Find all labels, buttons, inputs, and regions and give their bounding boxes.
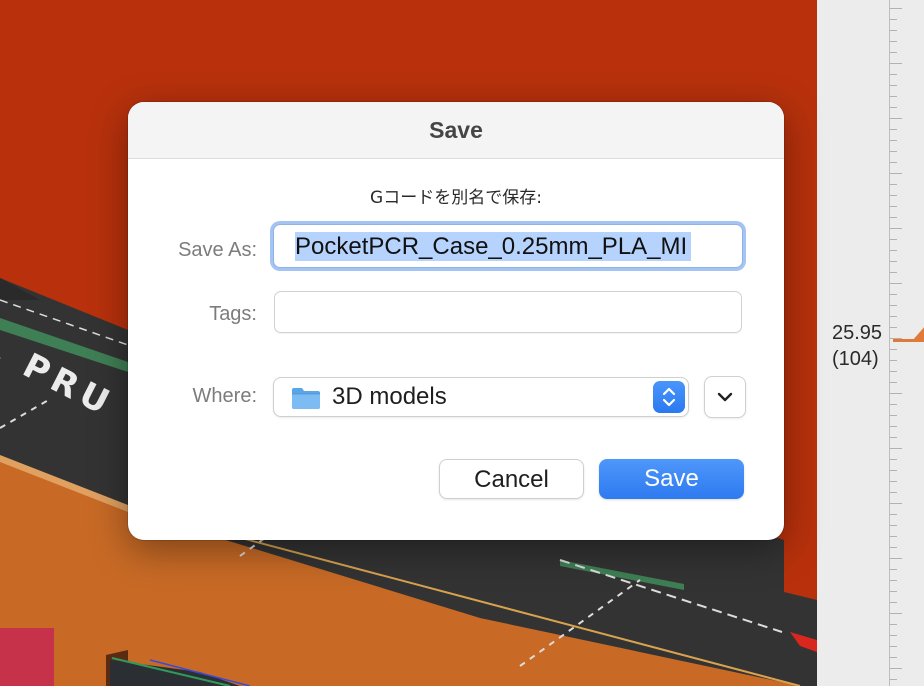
ruler-tick [890,107,897,108]
ruler-tick [890,327,897,328]
ruler-tick [890,206,897,207]
ruler-tick [890,481,897,482]
layer-slider-thumb[interactable] [912,325,924,341]
ruler-tick [890,63,902,64]
layer-number-value: (104) [832,348,879,370]
dialog-titlebar[interactable]: Save [128,102,784,159]
ruler-tick [890,525,897,526]
tags-field[interactable] [274,291,742,333]
ruler-tick [890,360,897,361]
ruler-tick [890,613,902,614]
ruler-tick [890,657,897,658]
ruler-tick [890,184,897,185]
ruler-tick [890,19,897,20]
folder-icon [292,388,320,409]
ruler-tick [890,448,902,449]
where-label: Where: [192,385,257,407]
ruler-tick [890,272,897,273]
ruler-tick [890,668,902,669]
ruler-tick [890,316,897,317]
dialog-message: Gコードを別名で保存: [370,188,542,208]
ruler-tick [890,514,897,515]
ruler-tick [890,41,897,42]
ruler-tick [890,96,897,97]
ruler-tick [890,239,897,240]
ruler-tick [890,52,897,53]
ruler-tick [890,547,897,548]
layer-height-value: 25.95 [832,322,883,344]
ruler-tick [890,580,897,581]
save-as-label: Save As: [178,239,257,261]
ruler-tick [890,217,897,218]
ruler-tick [890,426,897,427]
ruler-tick [890,195,897,196]
ruler-tick [890,492,897,493]
ruler-tick [890,470,897,471]
expand-dialog-button[interactable] [704,376,746,418]
ruler-tick [890,624,897,625]
ruler-tick [890,635,897,636]
ruler-tick [890,382,897,383]
cancel-button[interactable]: Cancel [439,459,584,499]
ruler-tick [890,228,902,229]
where-value: 3D models [332,383,447,410]
tags-label: Tags: [209,303,257,325]
save-as-field[interactable]: PocketPCR_Case_0.25mm_PLA_MI [273,224,743,268]
save-as-selected-text[interactable]: PocketPCR_Case_0.25mm_PLA_MI [295,232,692,261]
ruler-tick [890,646,897,647]
dialog-title: Save [429,117,483,143]
ruler-tick [890,162,897,163]
ruler-tick [890,459,897,460]
layer-slider-track[interactable] [889,0,890,686]
ruler-tick [890,305,897,306]
ruler-tick [890,404,897,405]
ruler-tick [890,349,897,350]
where-popup-button[interactable]: 3D models [273,377,689,417]
ruler-tick [890,30,897,31]
ruler-tick [890,591,897,592]
ruler-tick [890,602,897,603]
ruler-tick [890,151,897,152]
ruler-tick [890,173,902,174]
save-button[interactable]: Save [599,459,744,499]
ruler-tick [890,250,897,251]
ruler-tick [890,85,897,86]
ruler-tick [890,536,897,537]
ruler-tick [890,393,902,394]
ruler-tick [890,371,897,372]
chevron-down-icon [717,392,733,402]
ruler-tick [890,415,897,416]
ruler-tick [890,569,897,570]
ruler-tick [890,503,902,504]
ruler-tick [890,294,897,295]
ruler-tick [890,558,902,559]
ruler-tick [890,283,902,284]
save-dialog: Save Gコードを別名で保存: Save As: PocketPCR_Case… [128,102,784,540]
ruler-tick [890,118,902,119]
ruler-tick [890,261,897,262]
ruler-tick [890,8,902,9]
ruler-tick [890,679,897,680]
ruler-tick [890,437,897,438]
ruler-tick [890,140,897,141]
up-down-chevron-icon[interactable] [653,381,685,413]
ruler-tick [890,129,897,130]
ruler-tick [890,74,897,75]
